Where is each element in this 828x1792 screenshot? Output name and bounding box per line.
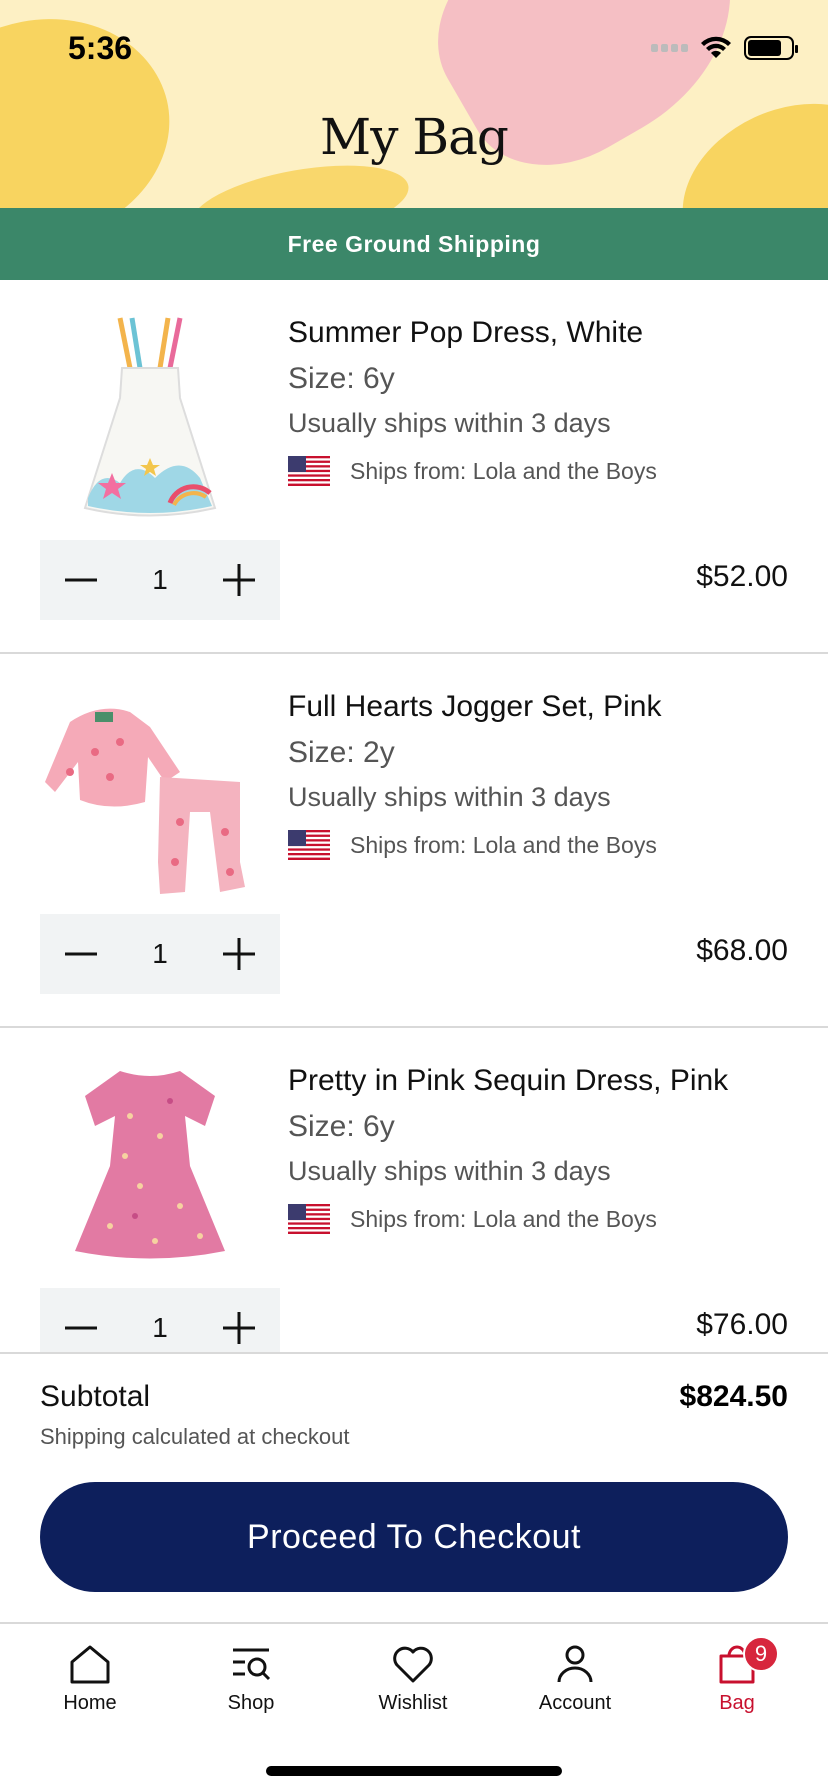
item-size: Size: 2y [288,736,395,769]
wifi-icon [701,36,731,58]
cellular-signal-icon [651,44,688,52]
item-shipping-time: Usually ships within 3 days [288,1156,611,1186]
tab-label: Account [538,1692,612,1714]
quantity-value: 1 [152,1312,168,1343]
plus-icon [222,1312,255,1344]
item-shipping-time: Usually ships within 3 days [288,408,611,438]
product-image-dress-white[interactable] [40,308,260,528]
status-time: 5:36 [68,30,133,66]
shipping-note: Shipping calculated at checkout [40,1424,350,1449]
us-flag-icon [288,830,330,860]
quantity-value: 1 [152,938,168,969]
ships-from: Ships from: Lola and the Boys [288,1204,657,1234]
home-icon [70,1645,110,1684]
tab-wishlist[interactable]: Wishlist [343,1642,483,1715]
ships-from: Ships from: Lola and the Boys [288,830,657,860]
tab-home[interactable]: Home [20,1642,160,1715]
person-icon [557,1645,593,1683]
plus-icon [222,564,255,596]
item-name[interactable]: Summer Pop Dress, White [288,316,643,350]
minus-icon [65,1326,97,1330]
item-name[interactable]: Full Hearts Jogger Set, Pink [288,690,662,724]
header: 5:36 My Bag [0,0,828,208]
increase-quantity-button[interactable] [220,1309,258,1347]
ships-from-text: Ships from: Lola and the Boys [350,457,657,484]
subtotal-label: Subtotal [40,1380,151,1413]
heart-icon [393,1646,433,1683]
increase-quantity-button[interactable] [220,561,258,599]
tab-label: Bag [719,1692,755,1714]
item-size: Size: 6y [288,362,395,395]
minus-icon [65,578,97,582]
cart-item: Pretty in Pink Sequin Dress, Pink Size: … [0,1028,828,1402]
us-flag-icon [288,456,330,486]
item-shipping-time: Usually ships within 3 days [288,782,611,812]
battery-icon [744,36,798,60]
subtotal-value: $824.50 [679,1380,788,1413]
ships-from-text: Ships from: Lola and the Boys [350,831,657,858]
status-icons [651,36,798,60]
item-name[interactable]: Pretty in Pink Sequin Dress, Pink [288,1064,728,1098]
ships-from: Ships from: Lola and the Boys [288,456,657,486]
bag-count-badge: 9 [743,1636,779,1672]
item-price: $52.00 [696,560,788,593]
tab-label: Shop [227,1692,275,1714]
quantity-stepper: 1 [40,914,280,994]
order-summary: Subtotal $824.50 Shipping calculated at … [0,1352,828,1624]
decrease-quantity-button[interactable] [62,1309,100,1347]
tab-shop[interactable]: Shop [181,1642,321,1715]
product-image-jogger-set-pink[interactable] [40,682,260,902]
proceed-to-checkout-button[interactable]: Proceed To Checkout [40,1482,788,1592]
item-price: $76.00 [696,1308,788,1341]
item-size: Size: 6y [288,1110,395,1143]
minus-icon [65,952,97,956]
page-title: My Bag [320,108,509,166]
shop-search-icon [233,1648,271,1681]
plus-icon [222,938,255,970]
ships-from-text: Ships from: Lola and the Boys [350,1205,657,1232]
quantity-stepper: 1 [40,540,280,620]
us-flag-icon [288,1204,330,1234]
tab-label: Home [63,1692,117,1714]
tab-bag[interactable]: Bag 9 [667,1636,807,1715]
product-image-sequin-dress-pink[interactable] [40,1056,260,1276]
tab-label: Wishlist [378,1692,448,1714]
tab-account[interactable]: Account [505,1642,645,1715]
quantity-value: 1 [152,564,168,595]
decrease-quantity-button[interactable] [62,935,100,973]
increase-quantity-button[interactable] [220,935,258,973]
cart-item: Full Hearts Jogger Set, Pink Size: 2y Us… [0,654,828,1028]
home-indicator [266,1766,562,1776]
item-price: $68.00 [696,934,788,967]
free-shipping-banner: Free Ground Shipping [0,208,828,280]
decrease-quantity-button[interactable] [62,561,100,599]
cart-item: Summer Pop Dress, White Size: 6y Usually… [0,280,828,654]
